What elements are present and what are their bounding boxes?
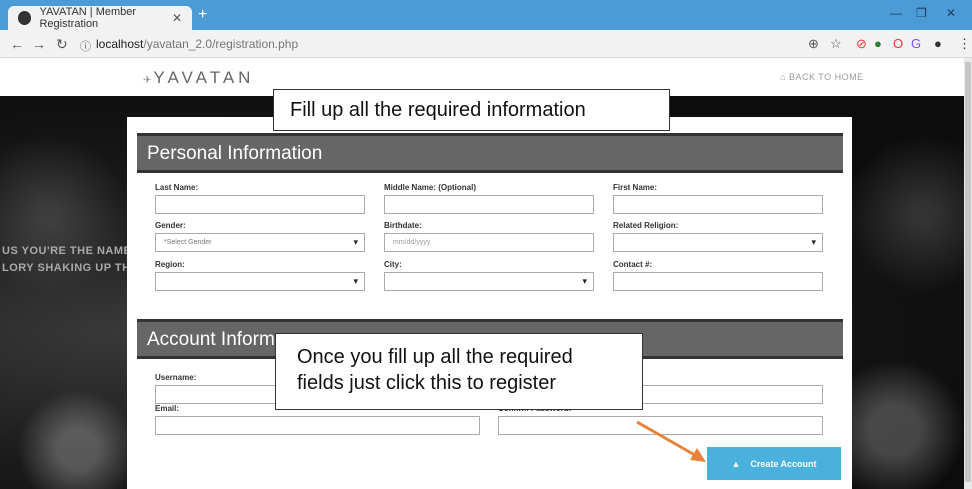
scrollbar-thumb[interactable] bbox=[965, 62, 971, 482]
arrow-shaft bbox=[636, 420, 701, 460]
annotation-arrow bbox=[636, 420, 706, 462]
page-scrollbar[interactable] bbox=[964, 58, 972, 489]
